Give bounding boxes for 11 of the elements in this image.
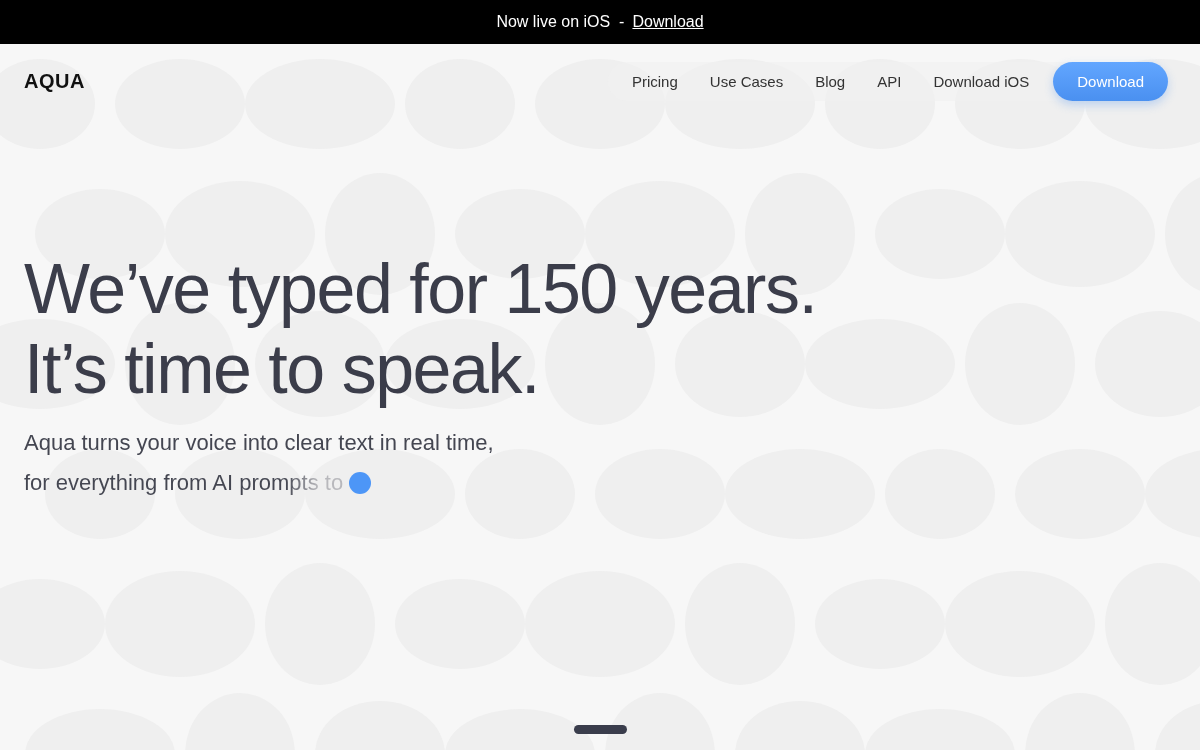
scroll-indicator[interactable] [574, 725, 627, 734]
subtitle-text: Aqua turns your voice into clear text in real time, [24, 430, 494, 456]
logo[interactable]: AQUA [24, 70, 85, 93]
headline: We’ve typed for 150 years. [24, 249, 817, 329]
nav-link[interactable]: Download iOS [925, 63, 1038, 100]
nav-link[interactable]: Pricing [623, 63, 686, 100]
download-link[interactable]: Download [632, 13, 704, 31]
headline: It’s time to speak. [24, 329, 539, 409]
announcement-text: Now live on iOS - [496, 13, 625, 31]
nav-link[interactable]: Blog [807, 63, 854, 100]
nav-link[interactable]: API [869, 63, 910, 100]
